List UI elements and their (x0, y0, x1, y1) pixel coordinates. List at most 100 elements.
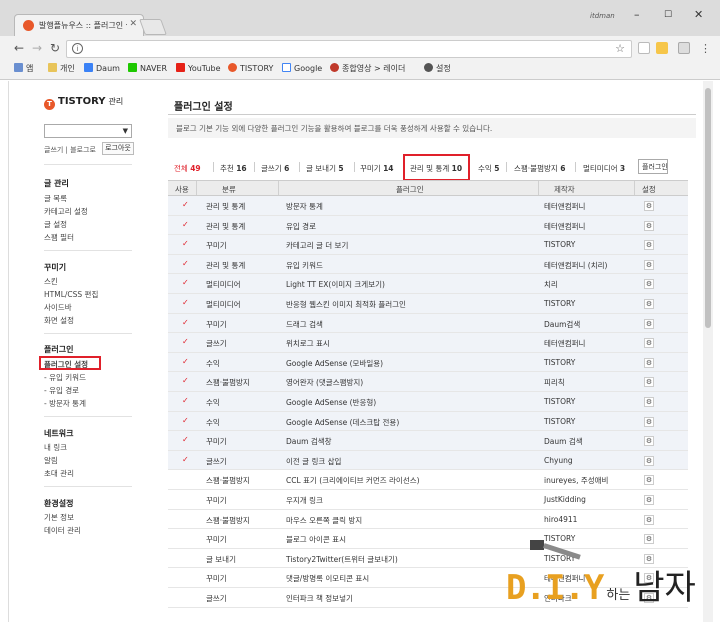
row-plugin-name[interactable]: Google AdSense (데스크탑 전용) (286, 417, 399, 428)
sidebar-item-post-settings[interactable]: 글 설정 (44, 219, 67, 230)
enabled-check-icon[interactable]: ✓ (182, 416, 189, 425)
enabled-check-icon[interactable]: ✓ (182, 396, 189, 405)
sidebar-item-data[interactable]: 데이터 관리 (44, 525, 81, 536)
bookmark-personal[interactable]: 개인 (48, 63, 75, 74)
settings-gear-icon[interactable]: ⚙ (644, 357, 654, 368)
enabled-check-icon[interactable]: ✓ (182, 337, 189, 346)
row-plugin-name[interactable]: 드래그 검색 (286, 319, 323, 330)
table-row[interactable] (168, 411, 688, 432)
extension-icon[interactable] (638, 42, 650, 54)
row-plugin-name[interactable]: 인터파크 책 정보넣기 (286, 593, 353, 604)
bookmark-apps[interactable]: 앱 (14, 63, 33, 74)
column-settings[interactable]: 설정 (642, 184, 656, 195)
cast-icon[interactable] (678, 42, 690, 54)
table-row[interactable] (168, 313, 688, 334)
row-plugin-name[interactable]: 댓글/방명록 이모티콘 표시 (286, 573, 369, 584)
row-plugin-name[interactable]: Light TT EX(이미지 크게보기) (286, 279, 385, 290)
settings-gear-icon[interactable]: ⚙ (644, 220, 654, 231)
browser-tab[interactable]: 발행플뉴우스 :: 플러그인 설정 ✕ (14, 14, 144, 36)
row-plugin-name[interactable]: 유입 키워드 (286, 260, 323, 271)
enabled-check-icon[interactable]: ✓ (182, 435, 189, 444)
plugin-more-button[interactable]: 플러그인 (638, 159, 668, 174)
enabled-check-icon[interactable]: ✓ (182, 200, 189, 209)
row-plugin-name[interactable]: Daum 검색창 (286, 436, 332, 447)
sidebar-item-referer[interactable]: - 유입 경로 (44, 385, 79, 396)
bookmark-tistory[interactable]: TISTORY (228, 63, 273, 73)
enabled-check-icon[interactable]: ✓ (182, 278, 189, 287)
row-plugin-name[interactable]: 우지개 링크 (286, 495, 323, 506)
sidebar-item-invite[interactable]: 초대 관리 (44, 468, 74, 479)
enabled-check-icon[interactable]: ✓ (182, 455, 189, 464)
row-plugin-name[interactable]: Google AdSense (반응형) (286, 397, 376, 408)
enabled-check-icon[interactable]: ✓ (182, 259, 189, 268)
bookmark-settings[interactable]: 설정 (424, 63, 451, 74)
sidebar-item-mylink[interactable]: 내 링크 (44, 442, 67, 453)
reload-icon[interactable]: ↻ (50, 41, 60, 55)
bookmark-naver[interactable]: NAVER (128, 63, 167, 73)
row-plugin-name[interactable]: 영어완자 (댓글스팸방지) (286, 377, 363, 388)
row-plugin-name[interactable]: 방문자 통계 (286, 201, 323, 212)
settings-gear-icon[interactable]: ⚙ (644, 397, 654, 407)
settings-gear-icon[interactable]: ⚙ (644, 299, 654, 309)
column-use[interactable]: 사용 (175, 184, 189, 195)
extension-icon[interactable] (656, 42, 668, 54)
settings-gear-icon[interactable]: ⚙ (644, 279, 654, 290)
table-row[interactable] (168, 529, 688, 549)
row-plugin-name[interactable]: Google AdSense (모바일용) (286, 358, 383, 369)
sidebar-item-post-list[interactable]: 글 목록 (44, 193, 67, 204)
enabled-check-icon[interactable]: ✓ (182, 376, 189, 385)
sidebar-item-skin[interactable]: 스킨 (44, 276, 58, 287)
scrollbar-thumb[interactable] (705, 88, 711, 328)
enabled-check-icon[interactable]: ✓ (182, 357, 189, 366)
bookmark-radar[interactable]: 종합영상 > 레이더 (330, 63, 405, 74)
table-row[interactable] (168, 490, 688, 510)
settings-gear-icon[interactable]: ⚙ (644, 436, 654, 447)
info-icon[interactable]: i (72, 43, 83, 54)
table-row[interactable] (168, 294, 688, 314)
logout-button[interactable]: 로그아웃 (102, 142, 134, 155)
bookmark-youtube[interactable]: YouTube (176, 63, 221, 73)
sidebar-item-screen[interactable]: 화면 설정 (44, 315, 74, 326)
sidebar-item-notice[interactable]: 알림 (44, 455, 58, 466)
table-row[interactable] (168, 274, 688, 294)
filter-spam[interactable]: 스팸·불펌방지 6 (514, 163, 565, 174)
close-window-icon[interactable]: ✕ (694, 8, 703, 21)
table-row[interactable] (168, 196, 688, 216)
blog-select[interactable]: ▼ (44, 124, 132, 138)
row-plugin-name[interactable]: 반응형 웹스킨 이미지 최적화 플러그인 (286, 299, 406, 310)
maximize-icon[interactable]: ☐ (664, 10, 672, 20)
settings-gear-icon[interactable]: ⚙ (644, 455, 654, 466)
bookmark-daum[interactable]: Daum (84, 63, 120, 73)
enabled-check-icon[interactable]: ✓ (182, 239, 189, 248)
bookmark-google[interactable]: Google (282, 63, 322, 73)
sidebar-item-spam-filter[interactable]: 스팸 필터 (44, 232, 74, 243)
row-plugin-name[interactable]: 마우스 오른쪽 클릭 방지 (286, 515, 362, 526)
table-row[interactable] (168, 254, 688, 275)
menu-icon[interactable]: ⋮ (700, 42, 711, 55)
table-row[interactable] (168, 450, 688, 471)
row-plugin-name[interactable]: Tistory2Twitter(트위터 글보내기) (286, 554, 398, 565)
column-plugin[interactable]: 플러그인 (396, 184, 424, 195)
sidebar-heading-design[interactable]: 꾸미기 (44, 262, 66, 273)
row-plugin-name[interactable]: 블로그 아이콘 표시 (286, 534, 346, 545)
sidebar-item-html-css[interactable]: HTML/CSS 편집 (44, 289, 98, 300)
row-plugin-name[interactable]: 유입 경로 (286, 221, 316, 232)
table-row[interactable] (168, 333, 688, 353)
settings-gear-icon[interactable]: ⚙ (644, 201, 654, 211)
column-category[interactable]: 분류 (222, 184, 236, 195)
enabled-check-icon[interactable]: ✓ (182, 318, 189, 327)
settings-gear-icon[interactable]: ⚙ (644, 416, 654, 427)
close-icon[interactable]: ✕ (129, 19, 137, 29)
filter-recommended[interactable]: 추천 16 (220, 163, 247, 174)
settings-gear-icon[interactable]: ⚙ (644, 534, 654, 545)
address-bar[interactable]: i ☆ (66, 40, 632, 58)
filter-send[interactable]: 글 보내기 5 (306, 163, 344, 174)
table-row[interactable] (168, 431, 688, 451)
sidebar-item-visitor[interactable]: - 방문자 통계 (44, 398, 86, 409)
filter-design[interactable]: 꾸미기 14 (360, 163, 394, 174)
minimize-icon[interactable]: – (634, 8, 640, 21)
column-author[interactable]: 제작자 (554, 184, 575, 195)
sidebar-heading-preferences[interactable]: 환경설정 (44, 498, 73, 509)
table-row[interactable] (168, 352, 688, 373)
profile-name[interactable]: itdman (590, 12, 615, 20)
